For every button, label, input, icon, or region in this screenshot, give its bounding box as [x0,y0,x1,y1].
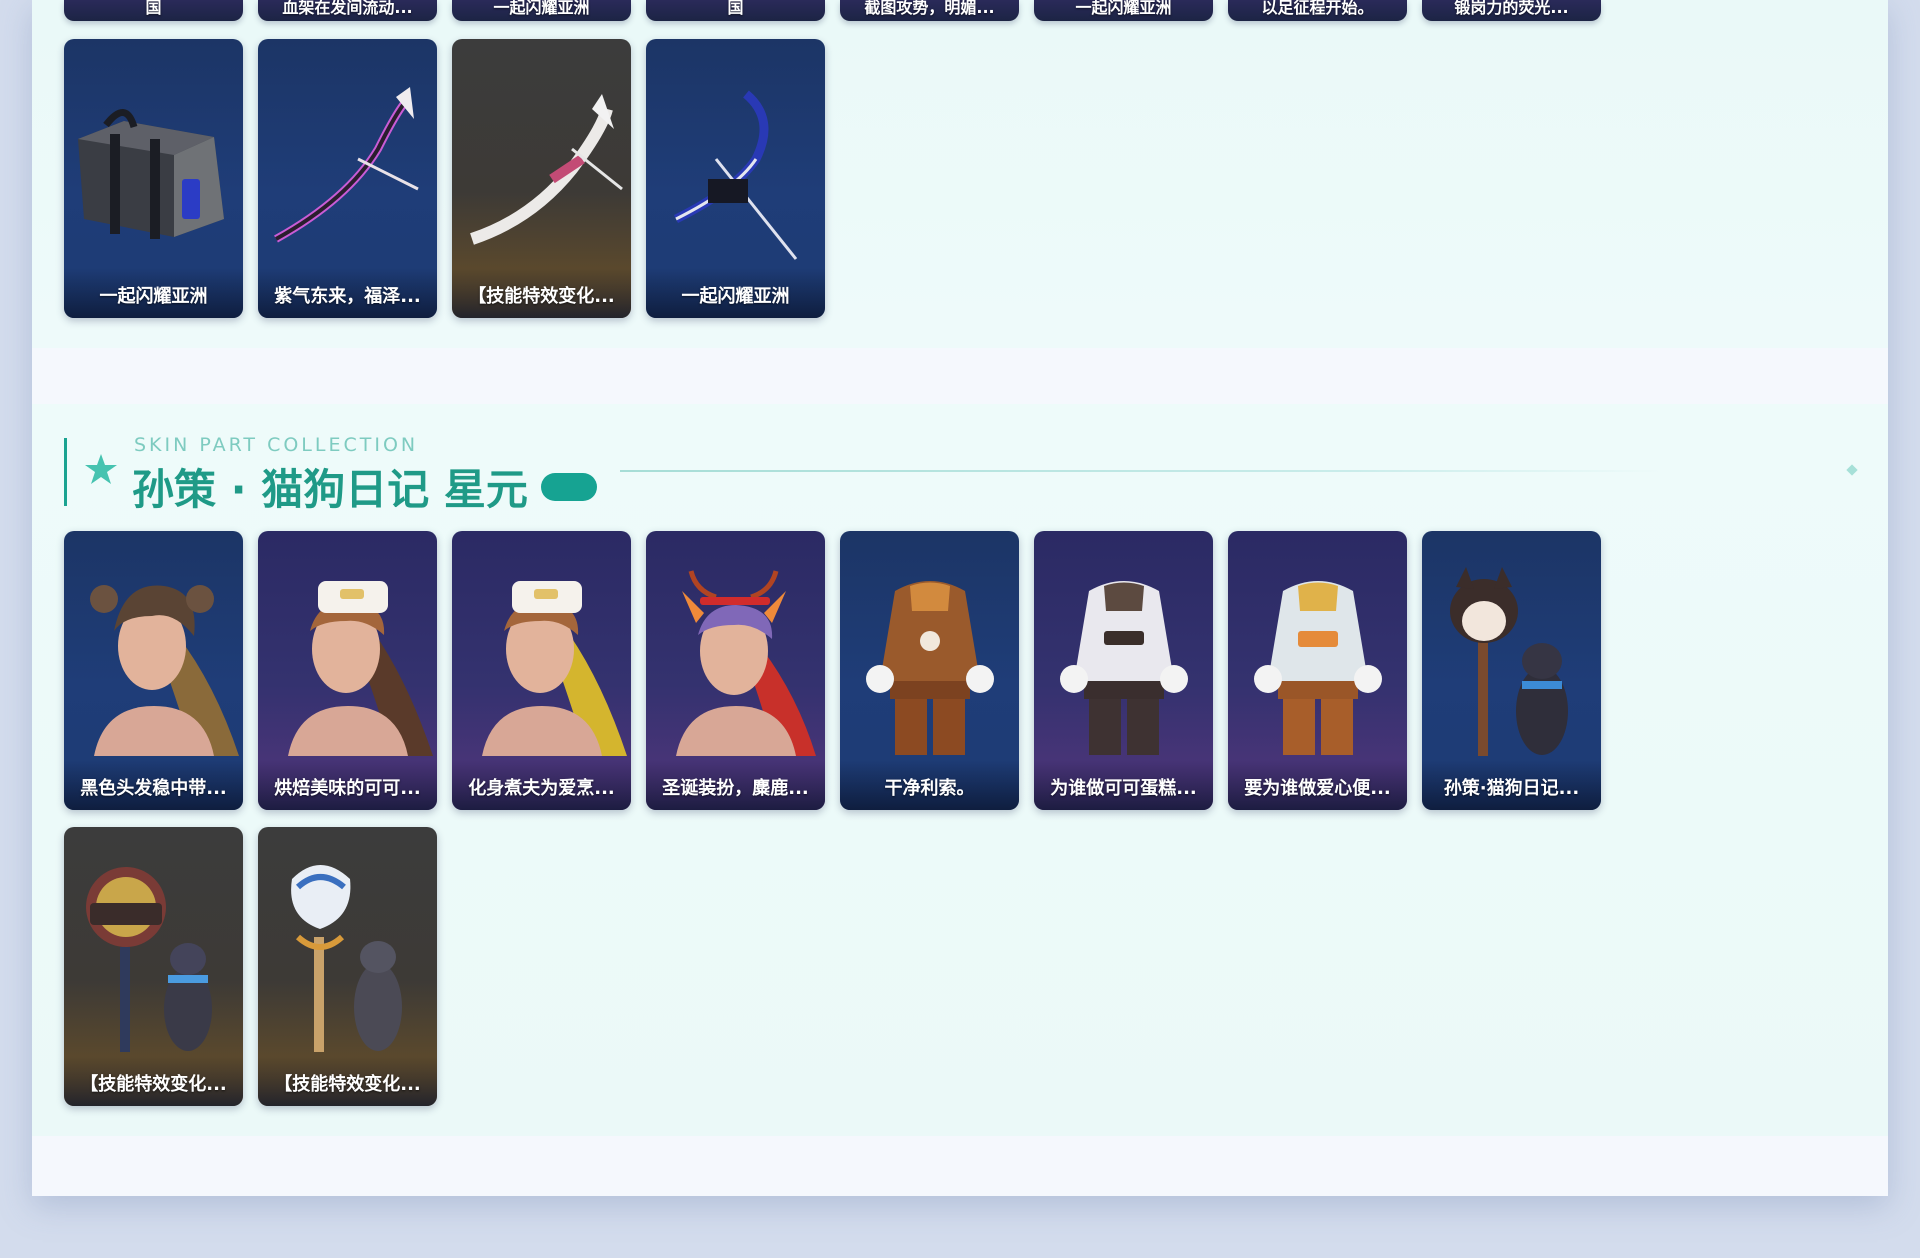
skin-card[interactable]: 干净利索。 [840,531,1019,810]
skin-card-label: 化身煮夫为爱烹... [468,778,615,799]
skin-card-label: 【技能特效变化... [80,1074,227,1095]
skin-card[interactable]: 化身煮夫为爱烹... [452,531,631,810]
skin-card[interactable]: 【技能特效变化... [258,827,437,1106]
skin-card-label: 截图攻势，明媚... [864,0,995,17]
weapon-card-label: 【技能特效变化... [468,286,615,307]
bow-icon [673,90,798,260]
skin-card-label: 干净利索。 [884,778,975,799]
skin-card-label: 圣诞装扮，麋鹿... [662,778,809,799]
skin-card-label: 要为谁做爱心便... [1244,778,1391,799]
skin-card[interactable]: 以足征程开始。 [1228,0,1407,21]
section-accent-bar [64,438,67,506]
skin-card-label: 黑色头发稳中带... [80,778,227,799]
skin-card-label: 血架在发间流动... [282,0,413,17]
skin-card-label: 孙策·猫狗日记... [1443,778,1580,799]
skin-card-label: 【技能特效变化... [274,1074,421,1095]
dog-staff-icon [291,865,402,1052]
skin-card-label: 烘焙美味的可可... [274,778,421,799]
section-badge [541,473,597,501]
skin-card-label: 为谁做可可蛋糕... [1050,778,1197,799]
skin-card-label: 国 [727,0,744,17]
skin-card-label: 一起闪耀亚洲 [493,0,590,17]
skin-card-label: 一起闪耀亚洲 [1075,0,1172,17]
skin-card[interactable]: 一起闪耀亚洲 [1034,0,1213,21]
weapon-card[interactable]: 【技能特效变化... [452,39,631,318]
weapon-card-label: 紫气东来，福泽... [274,286,421,307]
skin-card-label: 以足征程开始。 [1261,0,1374,17]
outfit-icon [1254,581,1382,755]
weapon-card-label: 一起闪耀亚洲 [681,286,790,307]
outfit-icon [866,581,994,755]
skin-card[interactable]: 截图攻势，明媚... [840,0,1019,21]
weapon-case-icon [78,109,224,239]
weapon-card[interactable]: 一起闪耀亚洲 [646,39,825,318]
weapon-card[interactable]: 一起闪耀亚洲 [64,39,243,318]
section-subtitle: SKIN PART COLLECTION [134,434,419,456]
skin-card[interactable]: 孙策·猫狗日记... [1422,531,1601,810]
bow-icon [470,94,623,245]
skin-card-label: 锻岗力的荧光... [1454,0,1569,17]
weapon-card[interactable]: 紫气东来，福泽... [258,39,437,318]
hero-head-icon [288,581,433,756]
skin-card[interactable]: 烘焙美味的可可... [258,531,437,810]
skin-card[interactable]: 【技能特效变化... [64,827,243,1106]
hero-head-icon [482,581,627,756]
skin-card[interactable]: 国 [646,0,825,21]
dog-staff-icon [1450,567,1568,756]
dog-staff-icon [86,867,212,1052]
star-icon [85,454,117,484]
hero-head-icon [90,585,239,756]
skin-card[interactable]: 锻岗力的荧光... [1422,0,1601,21]
weapon-card-label: 一起闪耀亚洲 [99,286,208,307]
skin-card[interactable]: 国 [64,0,243,21]
skin-card[interactable]: 一起闪耀亚洲 [452,0,631,21]
bow-icon [274,87,419,243]
hero-head-icon [676,570,816,756]
skin-card-label: 国 [145,0,162,17]
skin-card[interactable]: 圣诞装扮，麋鹿... [646,531,825,810]
skin-card[interactable]: 血架在发间流动... [258,0,437,21]
skin-card[interactable]: 黑色头发稳中带... [64,531,243,810]
section-title: 孙策 · 猫狗日记 星元 [132,465,528,514]
section-divider [620,470,1660,472]
skin-card[interactable]: 为谁做可可蛋糕... [1034,531,1213,810]
outfit-icon [1060,581,1188,755]
skin-card[interactable]: 要为谁做爱心便... [1228,531,1407,810]
